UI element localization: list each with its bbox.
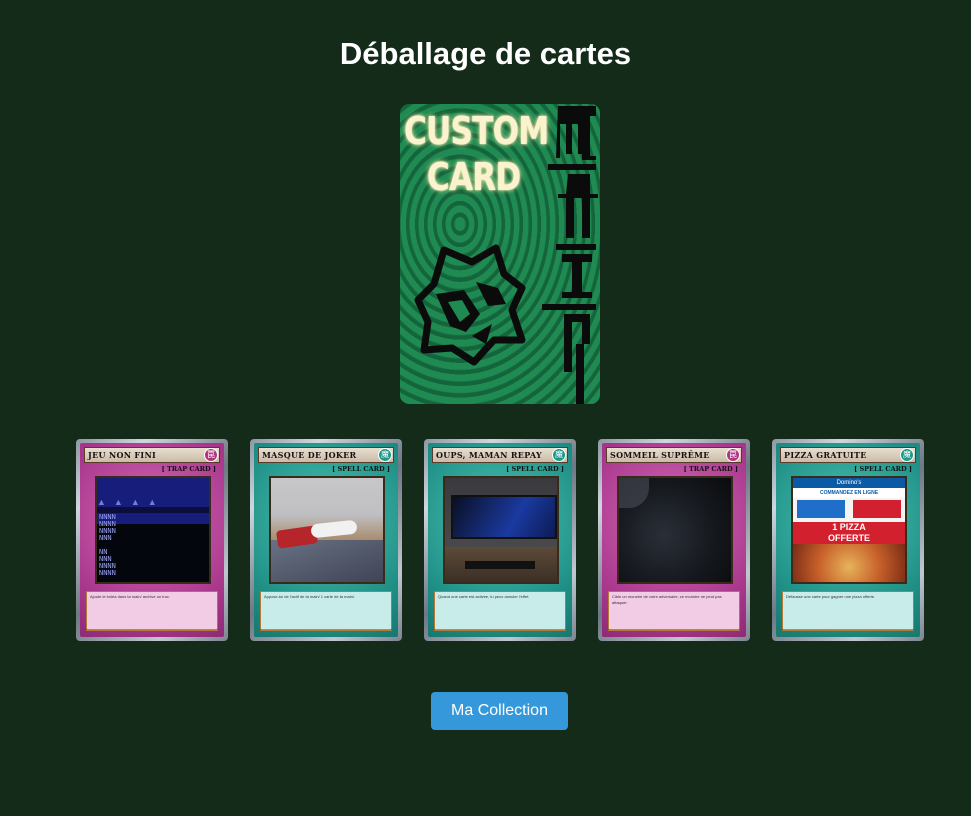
wolf-head-icon <box>414 244 526 366</box>
card-name: SOMMEIL SUPRÊME <box>606 447 742 463</box>
card-name: PIZZA GRATUITE <box>780 447 916 463</box>
card-artwork <box>269 476 385 584</box>
card-description: Quand une carte est activée, tu peux ann… <box>434 591 566 631</box>
card-artwork: Domino's COMMANDEZ EN LIGNE 1 PIZZA OFFE… <box>791 476 907 584</box>
page-title: Déballage de cartes <box>339 36 632 71</box>
card-artwork <box>443 476 559 584</box>
card-row: JEU NON FINI 罠 [ TRAP CARD ] ▲▲▲▲ NNNN NN… <box>76 439 926 641</box>
card-type: [ SPELL CARD ] <box>854 465 912 473</box>
pack-title: CUSTOM CARD <box>404 109 549 199</box>
spell-attribute-icon: 魔 <box>378 448 392 462</box>
collection-button[interactable]: Ma Collection <box>431 692 568 730</box>
card-type: [ TRAP CARD ] <box>683 465 738 473</box>
card-description: Appose-toi de l'actif de ta main/ 1 cart… <box>260 591 392 631</box>
spell-attribute-icon: 魔 <box>900 448 914 462</box>
gothic-glyphs-icon <box>542 106 598 404</box>
card-type: [ SPELL CARD ] <box>506 465 564 473</box>
pizza-offer: 1 PIZZA OFFERTE <box>793 522 905 544</box>
card-oups-maman-repay[interactable]: OUPS, MAMAN REPAY 魔 [ SPELL CARD ] Quand… <box>424 439 576 641</box>
card-name: JEU NON FINI <box>84 447 220 463</box>
card-name: OUPS, MAMAN REPAY <box>432 447 568 463</box>
card-description: Défausse une carte pour gagner une pizza… <box>782 591 914 631</box>
spell-attribute-icon: 魔 <box>552 448 566 462</box>
card-type: [ SPELL CARD ] <box>332 465 390 473</box>
card-artwork: ▲▲▲▲ NNNN NNNN NNNN NNN NN NNN NNNN NNNN <box>95 476 211 584</box>
card-artwork <box>617 476 733 584</box>
card-pack[interactable]: CUSTOM CARD <box>400 104 600 404</box>
card-jeu-non-fini[interactable]: JEU NON FINI 罠 [ TRAP CARD ] ▲▲▲▲ NNNN NN… <box>76 439 228 641</box>
pizza-banner: COMMANDEZ EN LIGNE <box>793 488 905 498</box>
card-type: [ TRAP CARD ] <box>161 465 216 473</box>
card-pizza-gratuite[interactable]: PIZZA GRATUITE 魔 [ SPELL CARD ] Domino's… <box>772 439 924 641</box>
trap-attribute-icon: 罠 <box>204 448 218 462</box>
card-name: MASQUE DE JOKER <box>258 447 394 463</box>
card-masque-de-joker[interactable]: MASQUE DE JOKER 魔 [ SPELL CARD ] Appose-… <box>250 439 402 641</box>
pizza-brand: Domino's <box>793 478 905 488</box>
card-description: Cible un monstre de votre adversaire, ce… <box>608 591 740 631</box>
card-description: Ajoute le boléa dans ta main/ archive un… <box>86 591 218 631</box>
card-sommeil-supreme[interactable]: SOMMEIL SUPRÊME 罠 [ TRAP CARD ] Cible un… <box>598 439 750 641</box>
trap-attribute-icon: 罠 <box>726 448 740 462</box>
